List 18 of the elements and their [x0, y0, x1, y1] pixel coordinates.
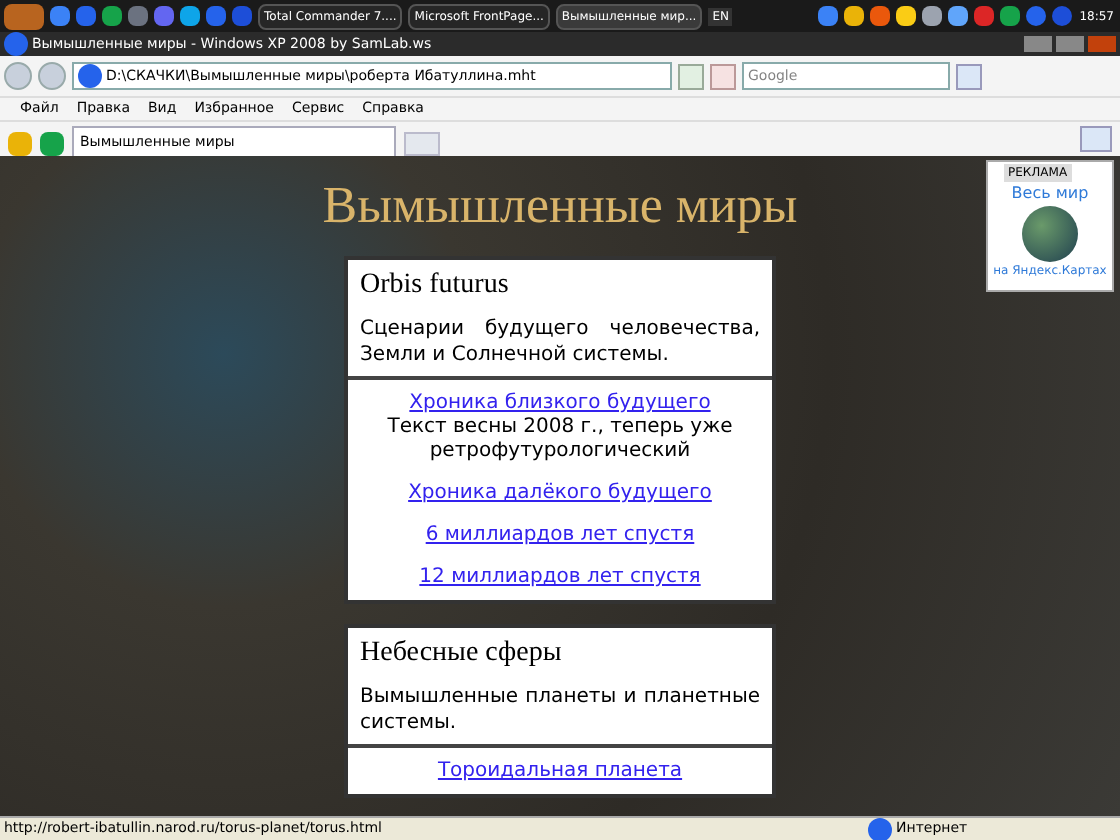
section-description: Сценарии будущего человечества, Земли и Солнечной системы.	[360, 316, 760, 368]
home-button[interactable]	[1080, 126, 1112, 152]
link[interactable]: 6 миллиардов лет спустя	[425, 522, 695, 548]
link[interactable]: Хроника далёкого будущего	[408, 480, 712, 506]
section-heading: Orbis futurus	[360, 268, 511, 304]
refresh-button[interactable]	[678, 63, 704, 89]
link[interactable]: 12 миллиардов лет спустя	[419, 564, 701, 590]
section-heading: Небесные сферы	[360, 636, 564, 672]
link-note: Текст весны 2008 г., теперь уже ретрофутурологический	[385, 416, 735, 464]
link[interactable]: Хроника близкого будущего	[409, 390, 711, 416]
ad-title[interactable]: Весь мир	[1011, 182, 1089, 206]
back-button[interactable]	[4, 62, 32, 90]
link[interactable]: Тороидальная планета	[437, 758, 683, 784]
search-button[interactable]	[956, 63, 982, 89]
section-description: Вымышленные планеты и планетные системы.	[360, 684, 760, 736]
page-title: Вымышленные миры	[322, 176, 798, 236]
stop-button[interactable]	[710, 63, 736, 89]
forward-button[interactable]	[38, 62, 66, 90]
